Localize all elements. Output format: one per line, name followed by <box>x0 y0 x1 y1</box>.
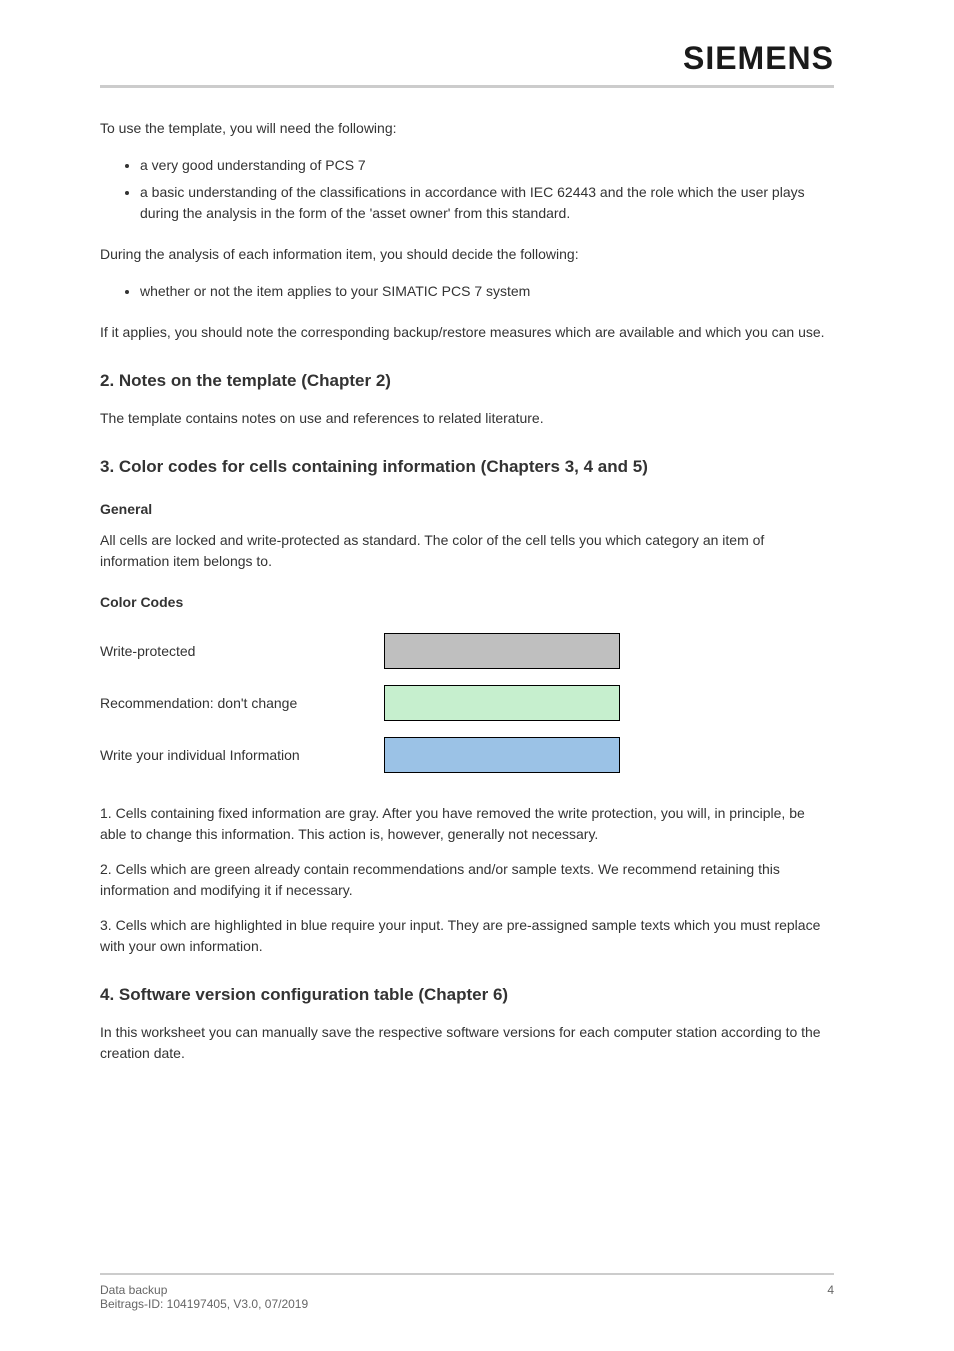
footer-id: Beitrags-ID: 104197405, V3.0, 07/2019 <box>100 1297 308 1311</box>
footer-left: Data backup Beitrags-ID: 104197405, V3.0… <box>100 1283 308 1311</box>
tertiary-paragraph: If it applies, you should note the corre… <box>100 322 834 343</box>
list-item: a very good understanding of PCS 7 <box>140 155 834 176</box>
item-number: 3. <box>100 917 112 933</box>
decision-list: whether or not the item applies to your … <box>100 281 834 302</box>
item-text: Cells which are green already contain re… <box>100 861 780 898</box>
list-item: whether or not the item applies to your … <box>140 281 834 302</box>
swatch-label: Write your individual Information <box>100 745 384 766</box>
section-heading-config: 4. Software version configuration table … <box>100 982 834 1008</box>
config-text: In this worksheet you can manually save … <box>100 1022 834 1064</box>
swatch-box-green <box>384 685 620 721</box>
page-content: To use the template, you will need the f… <box>100 118 834 1064</box>
item-number: 2. <box>100 861 112 877</box>
subsection-heading-general: General <box>100 499 834 520</box>
page-header: SIEMENS <box>100 40 834 88</box>
swatch-box-blue <box>384 737 620 773</box>
swatch-label: Recommendation: don't change <box>100 693 384 714</box>
footer-right: 4 <box>827 1283 834 1311</box>
list-item: a basic understanding of the classificat… <box>140 182 834 224</box>
page-footer: Data backup Beitrags-ID: 104197405, V3.0… <box>100 1273 834 1311</box>
numbered-item: 2. Cells which are green already contain… <box>100 859 834 901</box>
item-text: Cells containing fixed information are g… <box>100 805 805 842</box>
swatch-row: Recommendation: don't change <box>100 685 620 721</box>
numbered-item: 3. Cells which are highlighted in blue r… <box>100 915 834 957</box>
section-heading-template: 2. Notes on the template (Chapter 2) <box>100 368 834 394</box>
color-swatches: Write-protected Recommendation: don't ch… <box>100 633 620 773</box>
item-text: Cells which are highlighted in blue requ… <box>100 917 820 954</box>
template-note: The template contains notes on use and r… <box>100 408 834 429</box>
intro-paragraph: To use the template, you will need the f… <box>100 118 834 139</box>
section-heading-color: 3. Color codes for cells containing info… <box>100 454 834 480</box>
swatch-box-gray <box>384 633 620 669</box>
swatch-label: Write-protected <box>100 641 384 662</box>
general-text: All cells are locked and write-protected… <box>100 530 834 572</box>
secondary-paragraph: During the analysis of each information … <box>100 244 834 265</box>
item-number: 1. <box>100 805 112 821</box>
swatch-row: Write your individual Information <box>100 737 620 773</box>
page-number: 4 <box>827 1283 834 1297</box>
subsection-heading-codes: Color Codes <box>100 592 834 613</box>
swatch-row: Write-protected <box>100 633 620 669</box>
footer-title: Data backup <box>100 1283 308 1297</box>
numbered-item: 1. Cells containing fixed information ar… <box>100 803 834 845</box>
brand-logo: SIEMENS <box>683 40 834 77</box>
requirements-list: a very good understanding of PCS 7 a bas… <box>100 155 834 224</box>
